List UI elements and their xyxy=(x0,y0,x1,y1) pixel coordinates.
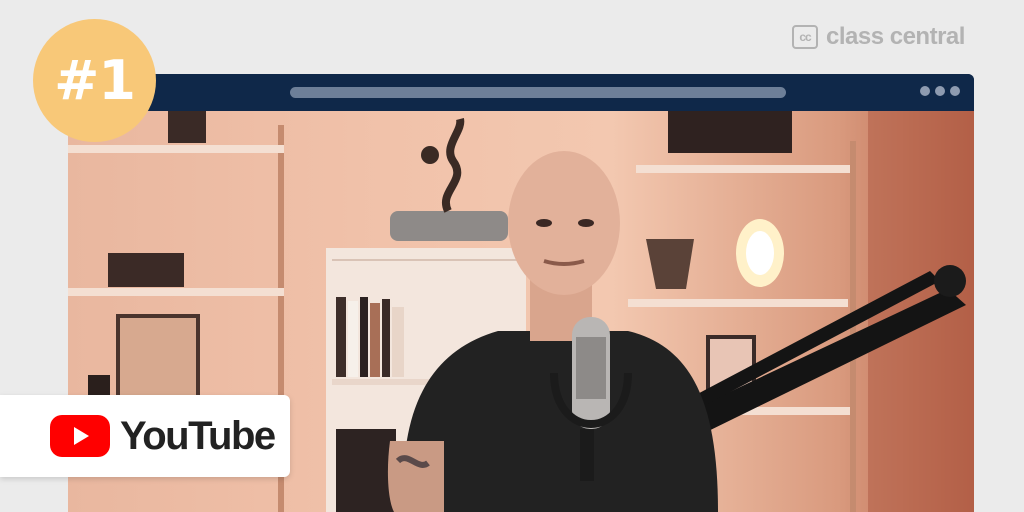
youtube-play-icon xyxy=(50,415,110,457)
youtube-platform-card[interactable]: YouTube xyxy=(0,395,290,477)
dot xyxy=(935,86,945,96)
class-central-icon: cc xyxy=(792,25,818,49)
rank-badge: #1 xyxy=(33,19,156,142)
more-dots-icon[interactable] xyxy=(920,86,960,96)
address-bar[interactable] xyxy=(290,87,786,98)
dot xyxy=(920,86,930,96)
youtube-wordmark: YouTube xyxy=(120,413,276,458)
brand-name: class central xyxy=(826,23,965,50)
class-central-logo[interactable]: cc class central xyxy=(792,22,965,52)
dot xyxy=(950,86,960,96)
window-titlebar xyxy=(68,74,974,111)
